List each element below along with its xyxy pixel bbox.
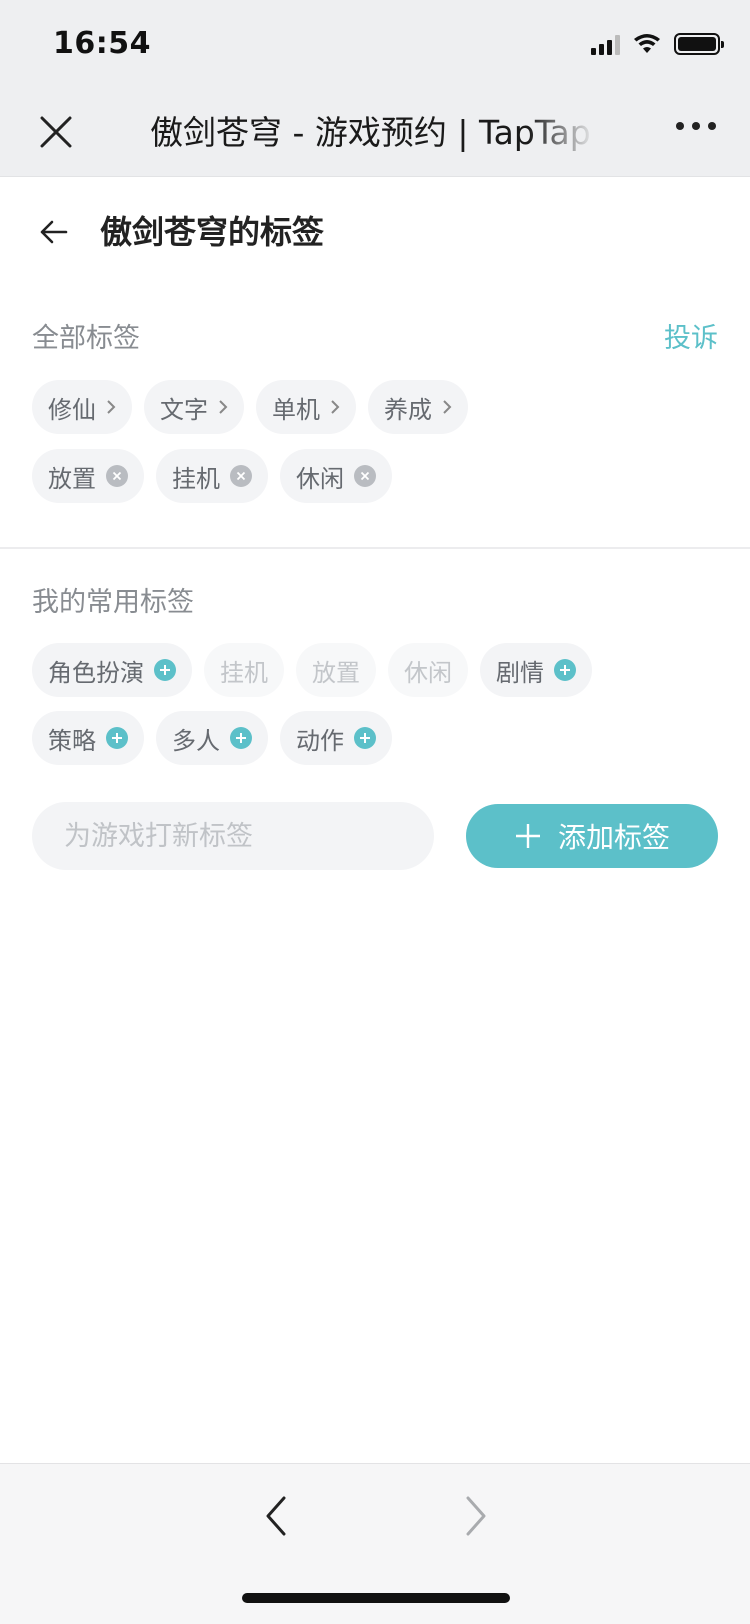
chevron-right-icon[interactable] [462, 1494, 490, 1538]
back-arrow-icon[interactable] [36, 214, 72, 250]
page-title: 傲剑苍穹的标签 [100, 213, 325, 251]
add-tag-icon [230, 727, 252, 749]
browser-header: 16:54 傲剑苍穹 - 游戏预约 | TapTap [0, 0, 750, 177]
tag-label: 角色扮演 [48, 658, 144, 687]
tag-label: 多人 [172, 726, 220, 755]
tag-label: 休闲 [404, 658, 452, 687]
cellular-signal-icon [591, 33, 620, 55]
tag-label: 挂机 [172, 464, 220, 493]
remove-tag-icon[interactable] [106, 465, 128, 487]
new-tag-input[interactable] [32, 802, 434, 870]
common-tag-chip-disabled: 休闲 [388, 643, 468, 697]
tag-label: 休闲 [296, 464, 344, 493]
all-tags-label: 全部标签 [32, 323, 140, 354]
chevron-left-icon[interactable] [262, 1494, 290, 1538]
status-icons [591, 30, 724, 58]
remove-tag-icon[interactable] [230, 465, 252, 487]
tag-label: 剧情 [496, 658, 544, 687]
tag-label: 单机 [272, 395, 320, 424]
common-tags-row-2: 策略 多人 动作 [32, 711, 392, 765]
chevron-right-icon [331, 400, 340, 414]
all-tags-row-2: 放置 挂机 休闲 [32, 449, 392, 503]
tag-label: 养成 [384, 395, 432, 424]
tag-label: 策略 [48, 726, 96, 755]
common-tag-chip[interactable]: 多人 [156, 711, 268, 765]
tag-chip[interactable]: 文字 [144, 380, 244, 434]
tag-chip[interactable]: 养成 [368, 380, 468, 434]
wifi-icon [634, 34, 660, 53]
common-tag-chip-disabled: 放置 [296, 643, 376, 697]
tag-chip[interactable]: 单机 [256, 380, 356, 434]
all-tags-row-1: 修仙 文字 单机 养成 [32, 380, 468, 434]
chevron-right-icon [443, 400, 452, 414]
add-tag-icon [554, 659, 576, 681]
close-icon[interactable] [36, 112, 76, 152]
tag-label: 放置 [48, 464, 96, 493]
home-indicator [242, 1593, 510, 1603]
tag-chip: 休闲 [280, 449, 392, 503]
common-tag-chip[interactable]: 剧情 [480, 643, 592, 697]
tag-label: 挂机 [220, 658, 268, 687]
common-tag-chip-disabled: 挂机 [204, 643, 284, 697]
chevron-right-icon [107, 400, 116, 414]
tag-chip[interactable]: 修仙 [32, 380, 132, 434]
common-tag-chip[interactable]: 角色扮演 [32, 643, 192, 697]
section-divider [0, 547, 750, 549]
common-tag-chip[interactable]: 动作 [280, 711, 392, 765]
tag-label: 修仙 [48, 395, 96, 424]
common-tags-row-1: 角色扮演 挂机 放置 休闲 剧情 [32, 643, 592, 697]
battery-icon [674, 33, 724, 55]
browser-title: 傲剑苍穹 - 游戏预约 | TapTap [150, 113, 591, 152]
common-tag-chip[interactable]: 策略 [32, 711, 144, 765]
plus-icon [515, 824, 540, 848]
tag-label: 文字 [160, 395, 208, 424]
tag-label: 放置 [312, 658, 360, 687]
add-tag-button[interactable]: 添加标签 [466, 804, 718, 868]
add-tag-button-label: 添加标签 [557, 821, 670, 854]
status-time: 16:54 [53, 26, 151, 61]
chevron-right-icon [219, 400, 228, 414]
tag-chip: 挂机 [156, 449, 268, 503]
remove-tag-icon[interactable] [354, 465, 376, 487]
tag-chip: 放置 [32, 449, 144, 503]
tag-label: 动作 [296, 726, 344, 755]
add-tag-icon [106, 727, 128, 749]
more-options-icon[interactable] [676, 122, 716, 130]
add-tag-icon [354, 727, 376, 749]
add-tag-icon [154, 659, 176, 681]
common-tags-label: 我的常用标签 [32, 587, 194, 618]
report-link[interactable]: 投诉 [664, 316, 718, 355]
